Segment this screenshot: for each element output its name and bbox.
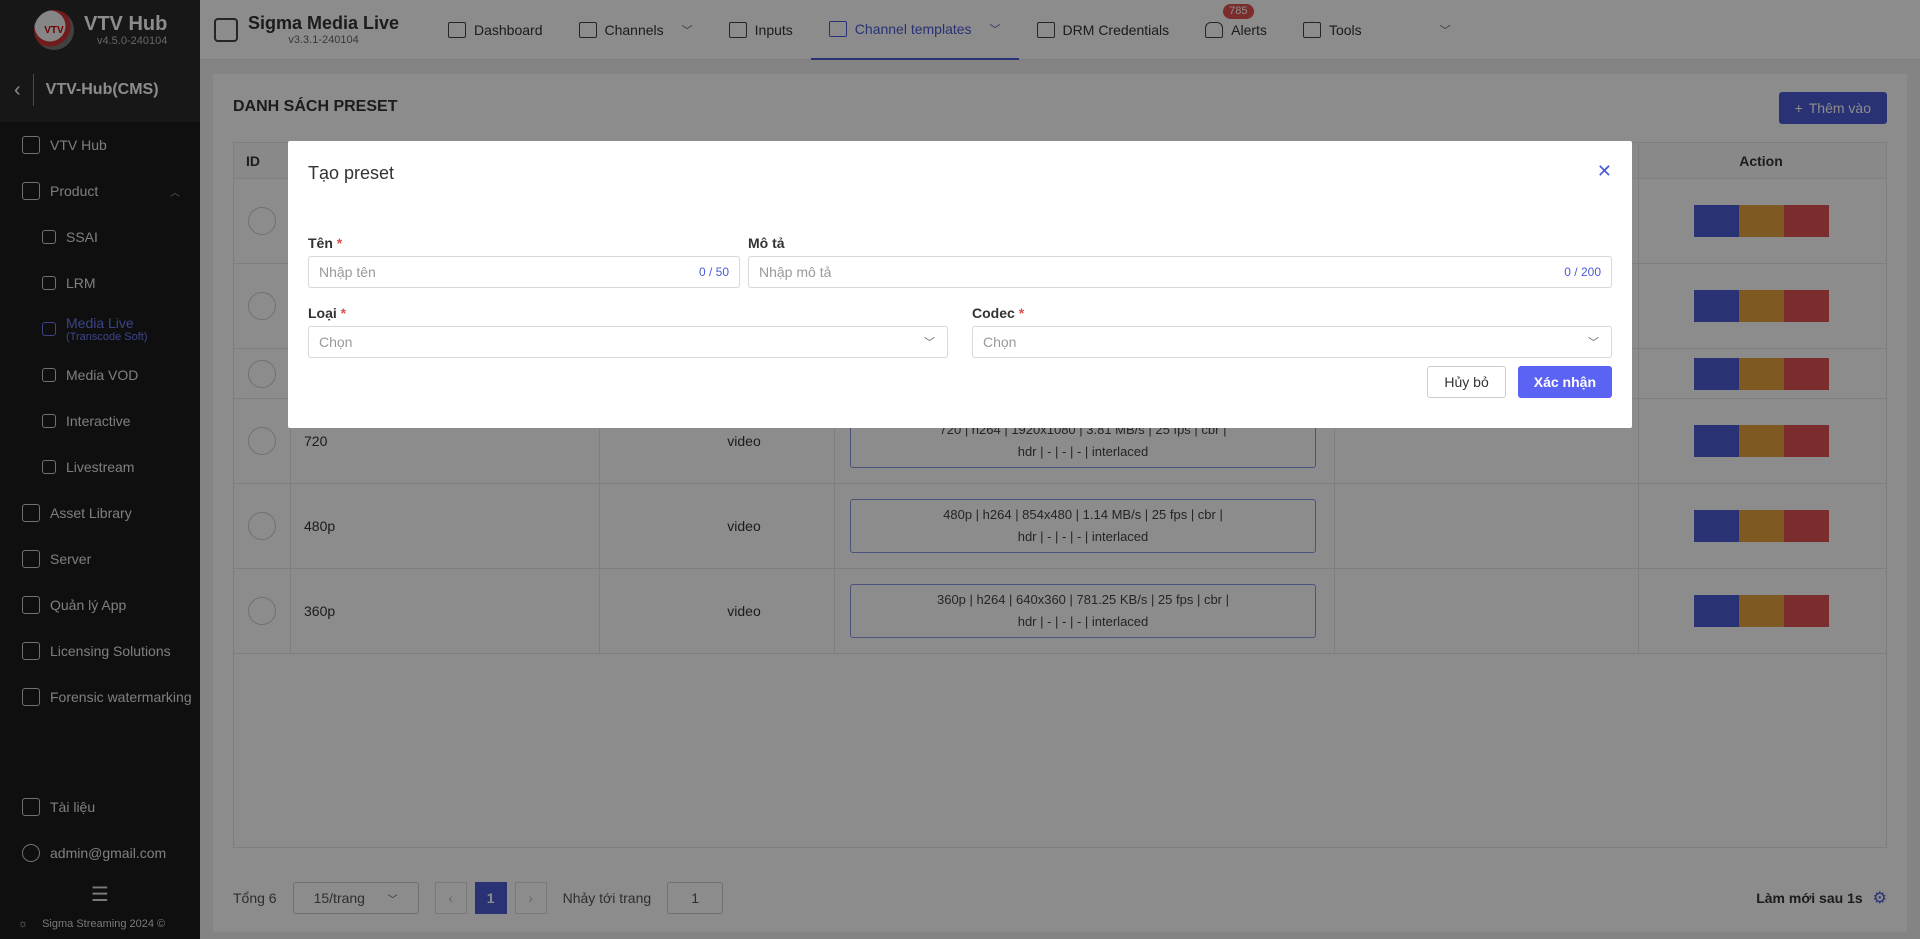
description-placeholder: Nhập mô tả — [759, 264, 832, 280]
name-label: Tên * — [308, 235, 342, 251]
modal-actions: Hủy bỏ Xác nhận — [1427, 366, 1612, 398]
codec-select[interactable]: Chọn ﹀ — [972, 326, 1612, 358]
codec-label-text: Codec — [972, 305, 1015, 321]
modal-title: Tạo preset — [308, 163, 395, 183]
create-preset-modal: Tạo preset ✕ Tên * Nhập tên 0 / 50 Mô tả … — [288, 141, 1632, 428]
cancel-button[interactable]: Hủy bỏ — [1427, 366, 1506, 398]
type-select[interactable]: Chọn ﹀ — [308, 326, 948, 358]
description-label-text: Mô tả — [748, 235, 785, 251]
confirm-button[interactable]: Xác nhận — [1517, 366, 1612, 398]
name-placeholder: Nhập tên — [319, 264, 376, 280]
type-label: Loại * — [308, 305, 346, 321]
description-label: Mô tả — [748, 235, 785, 251]
required-mark: * — [336, 235, 343, 251]
chevron-down-icon: ﹀ — [1588, 337, 1599, 349]
name-char-count: 0 / 50 — [698, 265, 729, 279]
type-placeholder: Chọn — [319, 334, 353, 350]
type-label-text: Loại — [308, 305, 337, 321]
description-char-count: 0 / 200 — [1564, 265, 1601, 279]
close-icon[interactable]: ✕ — [1597, 161, 1612, 182]
chevron-down-icon: ﹀ — [924, 337, 935, 349]
description-input[interactable]: Nhập mô tả 0 / 200 — [748, 256, 1612, 288]
name-label-text: Tên — [308, 235, 333, 251]
required-mark: * — [340, 305, 347, 321]
name-input[interactable]: Nhập tên 0 / 50 — [308, 256, 740, 288]
codec-label: Codec * — [972, 305, 1024, 321]
required-mark: * — [1018, 305, 1025, 321]
codec-placeholder: Chọn — [983, 334, 1017, 350]
